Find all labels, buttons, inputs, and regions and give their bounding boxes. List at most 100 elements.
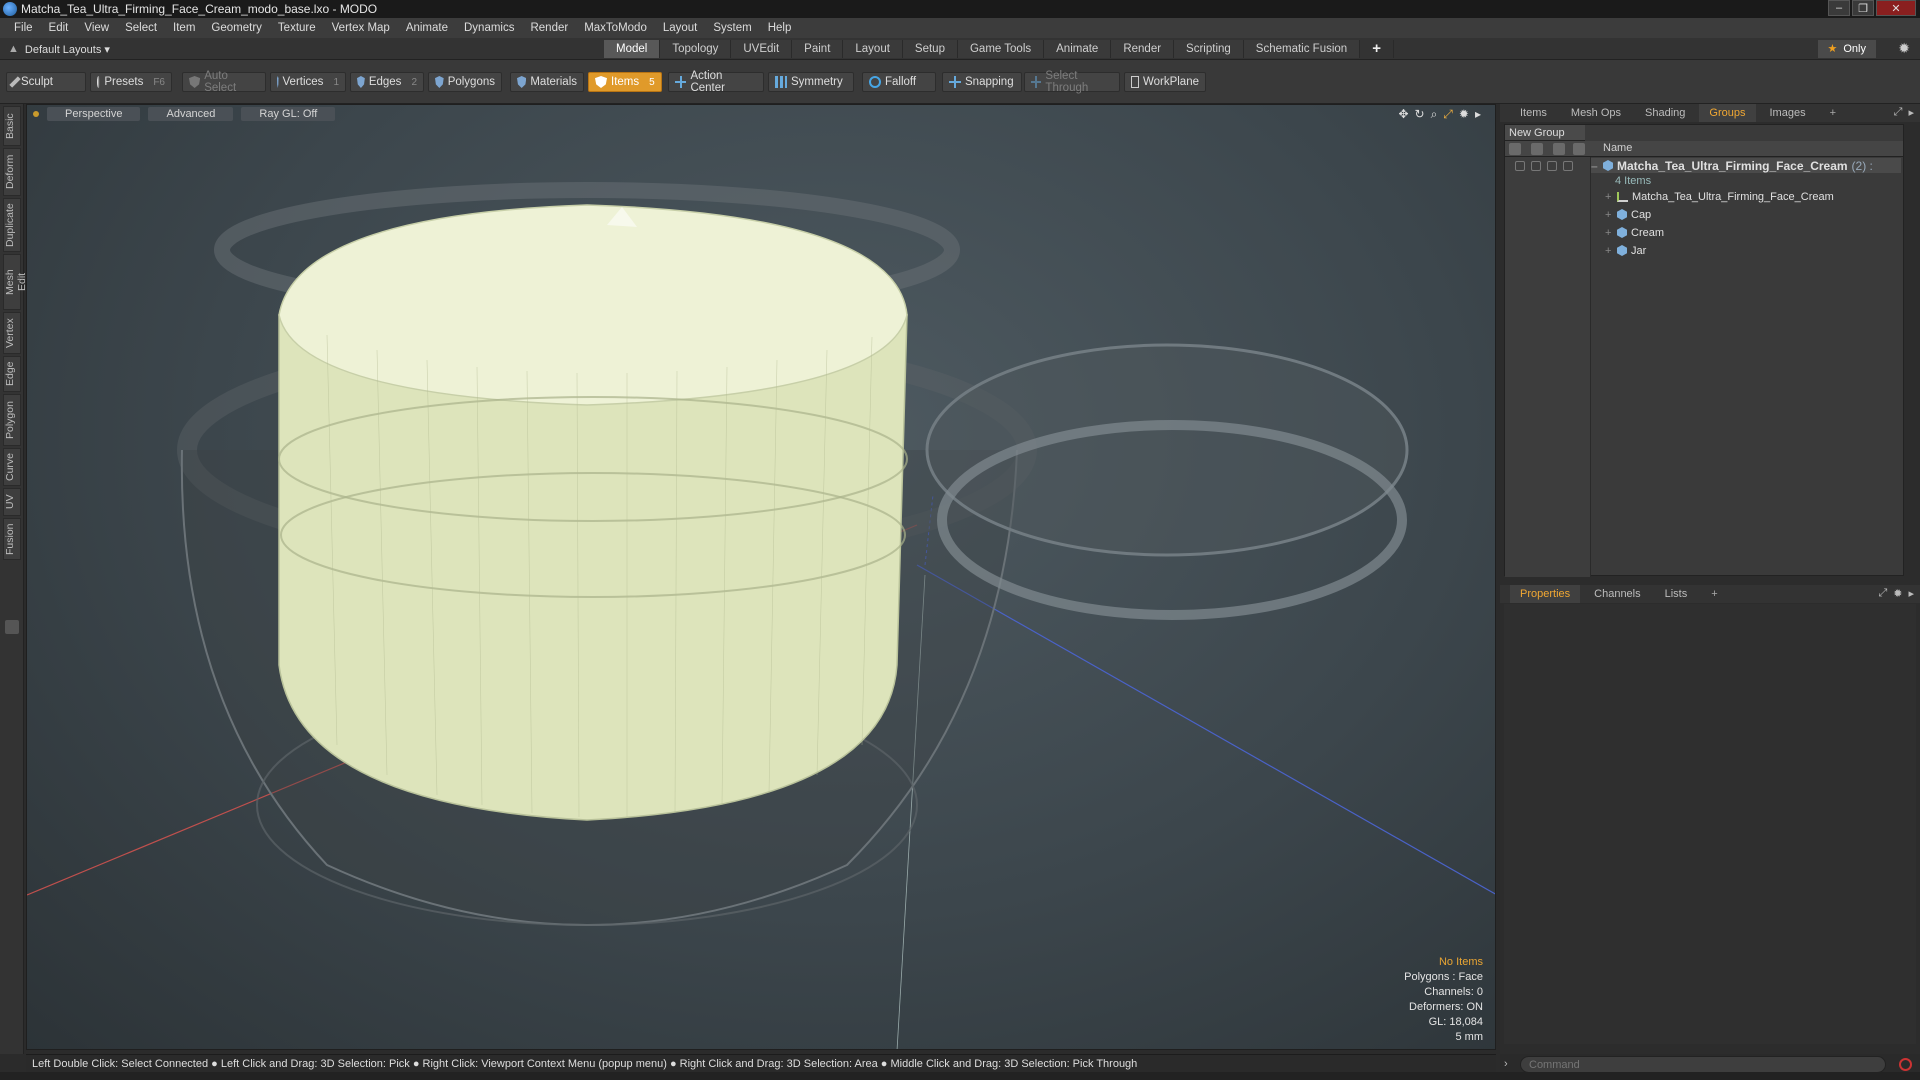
menu-vertex-map[interactable]: Vertex Map: [324, 18, 398, 38]
tab-paint[interactable]: Paint: [792, 40, 844, 58]
viewport-settings-icon[interactable]: ✹: [1459, 107, 1469, 122]
shading-dropdown[interactable]: Advanced: [148, 107, 234, 121]
only-toggle[interactable]: ★ Only: [1817, 40, 1876, 58]
gear-icon[interactable]: ✹: [1898, 40, 1910, 57]
menu-animate[interactable]: Animate: [398, 18, 456, 38]
lock-icon[interactable]: [1547, 160, 1557, 171]
vtab-edge[interactable]: Edge: [3, 356, 21, 392]
viewport-menu-dot[interactable]: [33, 111, 39, 117]
minimize-button[interactable]: –: [1828, 0, 1850, 16]
close-button[interactable]: ✕: [1876, 0, 1916, 16]
vtab-mesh-edit[interactable]: Mesh Edit: [3, 254, 28, 310]
command-arrow-icon[interactable]: ›: [1504, 1058, 1508, 1070]
lock-column-icon[interactable]: [1553, 143, 1565, 155]
expand-arrow-icon[interactable]: ▸: [1475, 107, 1481, 122]
maximize-panel-icon[interactable]: ⤢: [1894, 106, 1903, 119]
menu-item[interactable]: Item: [165, 18, 203, 38]
group-row-main[interactable]: – Matcha_Tea_Ultra_Firming_Face_Cream (2…: [1515, 158, 1901, 173]
rotate-icon[interactable]: ↻: [1415, 107, 1425, 122]
add-layout-tab-button[interactable]: +: [1360, 40, 1394, 58]
tab-channels[interactable]: Channels: [1584, 585, 1650, 603]
tab-layout[interactable]: Layout: [843, 40, 903, 58]
tab-schematic-fusion[interactable]: Schematic Fusion: [1243, 40, 1361, 58]
expand-icon[interactable]: +: [1605, 191, 1613, 203]
items-button[interactable]: Items 5: [588, 72, 662, 92]
menu-maxtomodo[interactable]: MaxToModo: [576, 18, 655, 38]
name-column-header[interactable]: Name: [1603, 142, 1632, 154]
tab-setup[interactable]: Setup: [902, 40, 958, 58]
expand-icon[interactable]: +: [1605, 245, 1613, 257]
tab-scripting[interactable]: Scripting: [1174, 40, 1244, 58]
action-center-button[interactable]: Action Center: [668, 70, 764, 94]
pan-icon[interactable]: ✥: [1398, 107, 1408, 122]
strip-toggle-icon[interactable]: [5, 620, 19, 634]
command-input[interactable]: [1520, 1056, 1886, 1073]
snapping-button[interactable]: Snapping: [942, 72, 1022, 92]
select-column-icon[interactable]: [1573, 143, 1585, 155]
collapse-arrow-icon[interactable]: –: [1591, 159, 1599, 173]
menu-geometry[interactable]: Geometry: [203, 18, 270, 38]
group-child-row[interactable]: + Cream: [1591, 225, 1901, 240]
properties-settings-icon[interactable]: ✹: [1893, 587, 1902, 600]
menu-edit[interactable]: Edit: [41, 18, 77, 38]
tab-animate[interactable]: Animate: [1044, 40, 1112, 58]
restore-button[interactable]: ❐: [1852, 0, 1874, 16]
tab-mesh-ops[interactable]: Mesh Ops: [1561, 104, 1631, 122]
polygons-button[interactable]: Polygons: [428, 72, 502, 92]
vtab-uv[interactable]: UV: [3, 488, 21, 516]
vtab-polygon[interactable]: Polygon: [3, 394, 21, 446]
select-icon[interactable]: [1563, 160, 1573, 171]
raygl-toggle[interactable]: Ray GL: Off: [241, 107, 336, 121]
eye-icon[interactable]: [1515, 160, 1525, 171]
vtab-curve[interactable]: Curve: [3, 448, 21, 486]
vtab-basic[interactable]: Basic: [3, 106, 21, 146]
select-through-button[interactable]: Select Through: [1024, 70, 1120, 94]
menu-layout[interactable]: Layout: [655, 18, 706, 38]
edges-button[interactable]: Edges 2: [350, 72, 424, 92]
record-icon[interactable]: [1899, 1058, 1912, 1071]
vtab-vertex[interactable]: Vertex: [3, 312, 21, 354]
add-properties-tab-button[interactable]: +: [1701, 585, 1727, 603]
vtab-deform[interactable]: Deform: [3, 148, 21, 196]
menu-texture[interactable]: Texture: [270, 18, 324, 38]
group-child-row[interactable]: + Matcha_Tea_Ultra_Firming_Face_Cream: [1591, 189, 1901, 204]
3d-viewport[interactable]: Perspective Advanced Ray GL: Off ✥ ↻ ⌕ ⤢…: [26, 104, 1496, 1050]
group-child-row[interactable]: + Jar: [1591, 243, 1901, 258]
falloff-button[interactable]: Falloff: [862, 72, 936, 92]
tab-shading[interactable]: Shading: [1635, 104, 1695, 122]
tab-lists[interactable]: Lists: [1655, 585, 1698, 603]
menu-dynamics[interactable]: Dynamics: [456, 18, 522, 38]
layout-dropdown[interactable]: ▲ Default Layouts ▾: [8, 41, 110, 57]
menu-render[interactable]: Render: [522, 18, 576, 38]
tab-properties[interactable]: Properties: [1510, 585, 1581, 603]
menu-system[interactable]: System: [705, 18, 759, 38]
group-child-row[interactable]: + Cap: [1591, 207, 1901, 222]
render-column-icon[interactable]: [1531, 143, 1543, 155]
presets-button[interactable]: Presets F6: [90, 72, 172, 92]
add-panel-tab-button[interactable]: +: [1820, 104, 1846, 122]
vtab-duplicate[interactable]: Duplicate: [3, 198, 21, 252]
panel-menu-icon[interactable]: ▸: [1908, 106, 1914, 119]
visibility-column-icon[interactable]: [1509, 143, 1521, 155]
sculpt-button[interactable]: Sculpt: [6, 72, 86, 92]
fit-icon[interactable]: ⤢: [1443, 107, 1453, 122]
view-mode-dropdown[interactable]: Perspective: [47, 107, 141, 121]
menu-view[interactable]: View: [76, 18, 117, 38]
menu-file[interactable]: File: [6, 18, 41, 38]
tab-uvedit[interactable]: UVEdit: [731, 40, 793, 58]
properties-menu-icon[interactable]: ▸: [1908, 587, 1914, 600]
tab-game-tools[interactable]: Game Tools: [957, 40, 1045, 58]
tab-groups[interactable]: Groups: [1699, 104, 1756, 122]
materials-button[interactable]: Materials: [510, 72, 584, 92]
menu-help[interactable]: Help: [760, 18, 800, 38]
vertices-button[interactable]: Vertices 1: [270, 72, 346, 92]
menu-select[interactable]: Select: [117, 18, 165, 38]
render-icon[interactable]: [1531, 160, 1541, 171]
tab-items[interactable]: Items: [1510, 104, 1557, 122]
maximize-properties-icon[interactable]: ⤢: [1878, 587, 1887, 600]
tab-topology[interactable]: Topology: [660, 40, 732, 58]
tab-model[interactable]: Model: [604, 40, 661, 58]
expand-icon[interactable]: +: [1605, 227, 1613, 239]
zoom-icon[interactable]: ⌕: [1431, 107, 1438, 122]
auto-select-button[interactable]: Auto Select: [182, 70, 266, 94]
